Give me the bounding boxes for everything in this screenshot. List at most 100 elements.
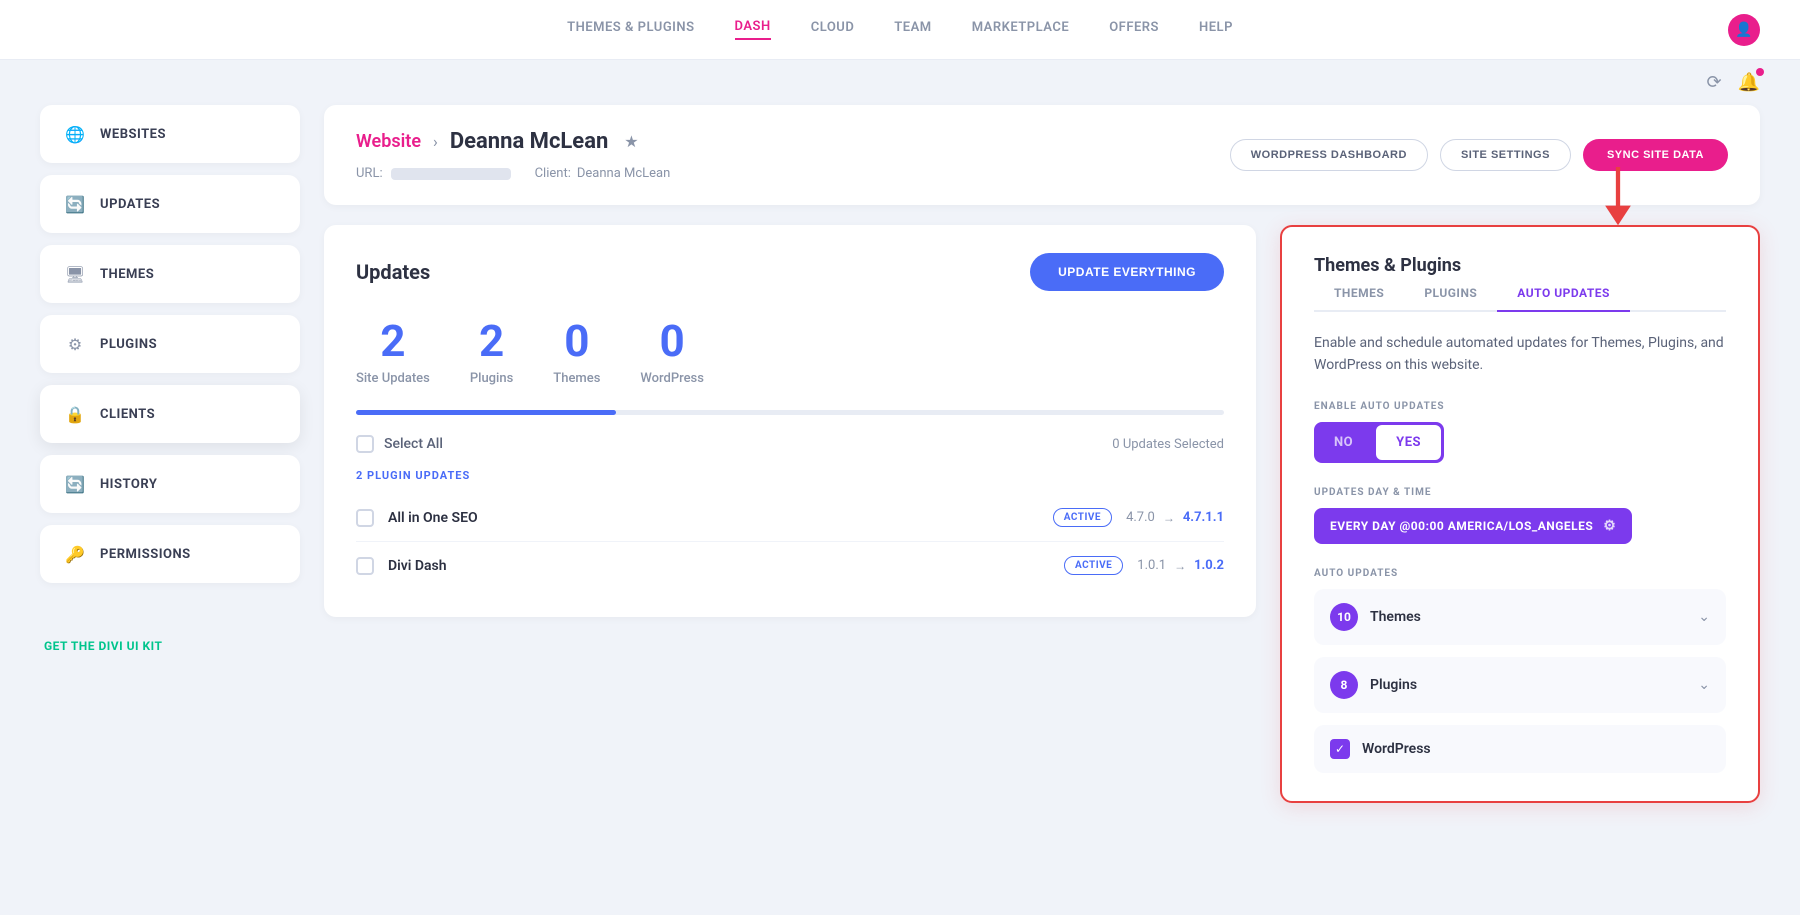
- updates-header: Updates UPDATE EVERYTHING: [356, 253, 1224, 291]
- sidebar-item-plugins[interactable]: ⚙ PLUGINS: [40, 315, 300, 373]
- annotation-arrow: [1598, 167, 1638, 227]
- auto-update-plugins-name: Plugins: [1370, 677, 1686, 693]
- sidebar-label-permissions: PERMISSIONS: [100, 547, 191, 562]
- auto-updates-plugins-row[interactable]: 8 Plugins ⌄: [1314, 657, 1726, 713]
- sidebar-label-plugins: PLUGINS: [100, 337, 157, 352]
- schedule-gear-icon: ⚙: [1603, 518, 1616, 534]
- progress-bar: [356, 410, 1224, 415]
- star-icon[interactable]: ★: [624, 132, 638, 151]
- auto-update-themes-name: Themes: [1370, 609, 1686, 625]
- history-icon: 🔄: [64, 473, 86, 495]
- stat-number-site: 2: [380, 315, 405, 367]
- plugins-chevron-icon: ⌄: [1698, 677, 1710, 693]
- version-arrow-divi: →: [1174, 559, 1186, 573]
- tab-auto-updates[interactable]: AUTO UPDATES: [1497, 276, 1630, 312]
- stat-themes: 0 Themes: [553, 315, 600, 386]
- update-everything-button[interactable]: UPDATE EVERYTHING: [1030, 253, 1224, 291]
- client-label: Client:: [535, 166, 571, 181]
- select-all-label[interactable]: Select All: [356, 435, 443, 453]
- plugins-count-badge: 8: [1330, 671, 1358, 699]
- plugin-row-divi: Divi Dash ACTIVE 1.0.1 → 1.0.2: [356, 542, 1224, 589]
- red-down-arrow-svg: [1598, 167, 1638, 227]
- tab-plugins[interactable]: PLUGINS: [1404, 276, 1497, 312]
- wordpress-dashboard-button[interactable]: WORDPRESS DASHBOARD: [1230, 139, 1428, 171]
- nav-help[interactable]: HELP: [1199, 20, 1233, 39]
- sidebar-label-updates: UPDATES: [100, 197, 160, 212]
- themes-icon: 🖥: [64, 263, 86, 285]
- site-settings-button[interactable]: SITE SETTINGS: [1440, 139, 1571, 171]
- plugin-badge-divi: ACTIVE: [1064, 556, 1123, 575]
- schedule-label: UPDATES DAY & TIME: [1314, 487, 1726, 498]
- updates-icon: 🔄: [64, 193, 86, 215]
- breadcrumb-site-name: Deanna McLean: [450, 129, 608, 154]
- top-navigation: THEMES & PLUGINS DASH CLOUD TEAM MARKETP…: [0, 0, 1800, 60]
- stat-number-plugins: 2: [479, 315, 504, 367]
- breadcrumb-section: Website › Deanna McLean ★ URL: Client: D…: [356, 129, 670, 181]
- main-layout: 🌐 WEBSITES 🔄 UPDATES 🖥 THEMES ⚙ PLUGINS …: [0, 105, 1800, 843]
- select-all-row: Select All 0 Updates Selected: [356, 435, 1224, 453]
- plugin-name-divi: Divi Dash: [388, 558, 1050, 574]
- wordpress-checkbox[interactable]: ✓: [1330, 739, 1350, 759]
- plugins-icon: ⚙: [64, 333, 86, 355]
- auto-updates-section: 10 Themes ⌄ 8 Plugins ⌄ ✓ WordPress: [1314, 589, 1726, 773]
- version-from-aioseo: 4.7.0: [1126, 510, 1155, 525]
- nav-links: THEMES & PLUGINS DASH CLOUD TEAM MARKETP…: [567, 19, 1233, 40]
- get-kit-link[interactable]: GET THE DIVI UI KIT: [44, 639, 162, 653]
- panel-title: Themes & Plugins: [1314, 255, 1461, 276]
- toggle-no-button[interactable]: NO: [1314, 425, 1373, 460]
- stat-site-updates: 2 Site Updates: [356, 315, 430, 386]
- version-to-aioseo: 4.7.1.1: [1183, 510, 1224, 525]
- nav-marketplace[interactable]: MARKETPLACE: [972, 20, 1070, 39]
- nav-offers[interactable]: OFFERS: [1109, 20, 1159, 39]
- select-all-checkbox[interactable]: [356, 435, 374, 453]
- nav-dash[interactable]: DASH: [735, 19, 771, 40]
- sidebar-item-themes[interactable]: 🖥 THEMES: [40, 245, 300, 303]
- plugin-checkbox-divi[interactable]: [356, 557, 374, 575]
- panel-tabs: THEMES PLUGINS AUTO UPDATES: [1314, 276, 1726, 312]
- auto-updates-themes-row[interactable]: 10 Themes ⌄: [1314, 589, 1726, 645]
- websites-icon: 🌐: [64, 123, 86, 145]
- site-client: Client: Deanna McLean: [535, 166, 671, 181]
- updates-title: Updates: [356, 260, 430, 284]
- schedule-badge[interactable]: EVERY DAY @00:00 AMERICA/LOS_ANGELES ⚙: [1314, 508, 1632, 544]
- site-url: URL:: [356, 166, 511, 181]
- breadcrumb-arrow: ›: [433, 132, 438, 151]
- site-header-card: Website › Deanna McLean ★ URL: Client: D…: [324, 105, 1760, 205]
- plugin-name-aioseo: All in One SEO: [388, 510, 1039, 526]
- stat-label-themes: Themes: [553, 371, 600, 386]
- enable-auto-updates-label: ENABLE AUTO UPDATES: [1314, 401, 1726, 412]
- toggle-group: NO YES: [1314, 422, 1444, 463]
- tab-themes[interactable]: THEMES: [1314, 276, 1404, 312]
- notification-badge: [1756, 68, 1764, 76]
- plugin-updates-label: 2 PLUGIN UPDATES: [356, 469, 1224, 482]
- sidebar-item-updates[interactable]: 🔄 UPDATES: [40, 175, 300, 233]
- version-update-aioseo: 4.7.0 → 4.7.1.1: [1126, 510, 1224, 525]
- permissions-icon: 🔑: [64, 543, 86, 565]
- updates-selected-count: 0 Updates Selected: [1112, 437, 1224, 452]
- stat-wordpress: 0 WordPress: [640, 315, 704, 386]
- sidebar-item-clients[interactable]: 🔒 CLIENTS: [40, 385, 300, 443]
- nav-team[interactable]: TEAM: [894, 20, 931, 39]
- sidebar-item-history[interactable]: 🔄 HISTORY: [40, 455, 300, 513]
- breadcrumb-website[interactable]: Website: [356, 131, 421, 152]
- nav-cloud[interactable]: CLOUD: [811, 20, 855, 39]
- sidebar-item-permissions[interactable]: 🔑 PERMISSIONS: [40, 525, 300, 583]
- sidebar-item-websites[interactable]: 🌐 WEBSITES: [40, 105, 300, 163]
- stat-plugins: 2 Plugins: [470, 315, 513, 386]
- plugin-checkbox-aioseo[interactable]: [356, 509, 374, 527]
- site-header-row: Website › Deanna McLean ★ URL: Client: D…: [356, 129, 1728, 181]
- version-arrow-aioseo: →: [1163, 511, 1175, 525]
- bottom-row: Updates UPDATE EVERYTHING 2 Site Updates…: [324, 225, 1760, 803]
- notification-bell[interactable]: 🔔: [1738, 72, 1760, 93]
- nav-themes-plugins[interactable]: THEMES & PLUGINS: [567, 20, 694, 39]
- auto-updates-wordpress-row[interactable]: ✓ WordPress: [1314, 725, 1726, 773]
- refresh-icon[interactable]: ⟳: [1706, 72, 1721, 93]
- auto-updates-section-label: AUTO UPDATES: [1314, 568, 1726, 579]
- toggle-yes-button[interactable]: YES: [1376, 425, 1441, 460]
- user-avatar[interactable]: 👤: [1728, 14, 1760, 46]
- url-label: URL:: [356, 166, 383, 181]
- site-meta: URL: Client: Deanna McLean: [356, 166, 670, 181]
- schedule-section: UPDATES DAY & TIME EVERY DAY @00:00 AMER…: [1314, 487, 1726, 544]
- url-value: [391, 168, 511, 180]
- sidebar-label-clients: CLIENTS: [100, 407, 155, 422]
